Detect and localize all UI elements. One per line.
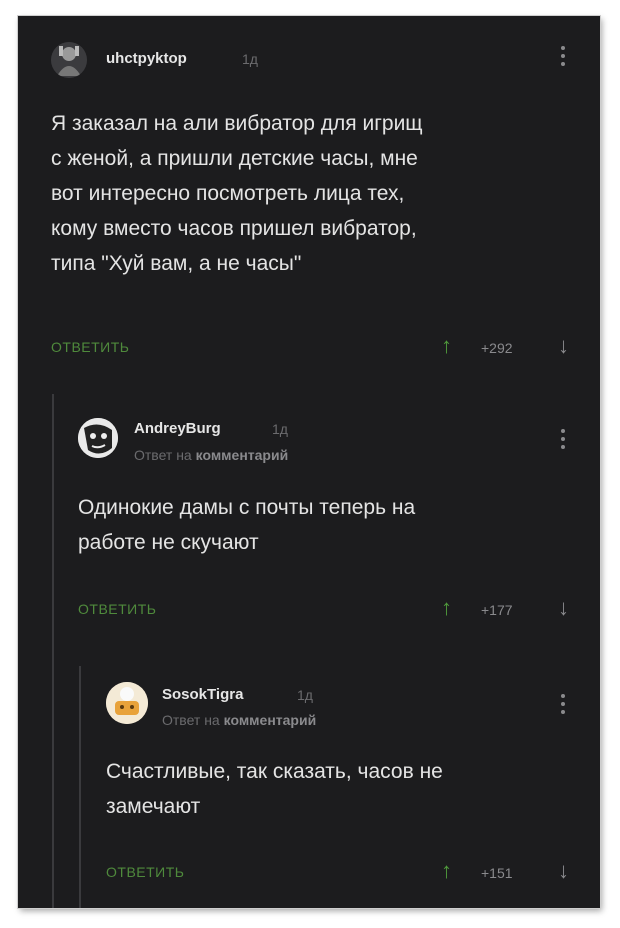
arrow-up-icon[interactable]: ↑ bbox=[441, 597, 452, 619]
comment-text-line: вот интересно посмотреть лица тех, bbox=[51, 182, 405, 205]
reply-button[interactable]: ОТВЕТИТЬ bbox=[78, 601, 156, 617]
avatar-image bbox=[106, 682, 148, 724]
arrow-down-icon[interactable]: ↓ bbox=[558, 860, 569, 882]
more-vertical-icon[interactable] bbox=[558, 429, 568, 453]
arrow-up-icon[interactable]: ↑ bbox=[441, 335, 452, 357]
reply-to-prefix: Ответ на bbox=[162, 712, 220, 728]
comment-text: Счастливые, так сказать, часов не замеча… bbox=[106, 754, 586, 824]
comment-text: Я заказал на али вибратор для игрищ с же… bbox=[51, 106, 571, 281]
thread-line-level-1[interactable] bbox=[52, 394, 54, 908]
rating-count: +292 bbox=[481, 340, 513, 356]
username[interactable]: AndreyBurg bbox=[134, 420, 221, 437]
reply-to-prefix: Ответ на bbox=[134, 447, 192, 463]
arrow-down-icon[interactable]: ↓ bbox=[558, 597, 569, 619]
comment-1: uhctpyktop 1д Я заказал на али вибратор … bbox=[18, 16, 600, 386]
reply-button[interactable]: ОТВЕТИТЬ bbox=[106, 864, 184, 880]
comment-text-line: кому вместо часов пришел вибратор, bbox=[51, 217, 417, 240]
thread-line-level-2[interactable] bbox=[79, 666, 81, 908]
username[interactable]: uhctpyktop bbox=[106, 50, 187, 67]
avatar-image bbox=[51, 42, 87, 78]
comment-text-line: замечают bbox=[106, 795, 201, 818]
reply-to-info: Ответ на комментарий bbox=[162, 712, 316, 728]
comment-text-line: Одинокие дамы с почты теперь на bbox=[78, 496, 416, 519]
avatar-image bbox=[78, 418, 118, 458]
avatar[interactable] bbox=[51, 42, 87, 78]
comment-text-line: Счастливые, так сказать, часов не bbox=[106, 760, 443, 783]
comment-text: Одинокие дамы с почты теперь на работе н… bbox=[78, 490, 578, 560]
reply-button[interactable]: ОТВЕТИТЬ bbox=[51, 339, 129, 355]
reply-to-link[interactable]: комментарий bbox=[224, 712, 317, 728]
reply-to-info: Ответ на комментарий bbox=[134, 447, 288, 463]
comments-panel: uhctpyktop 1д Я заказал на али вибратор … bbox=[18, 16, 600, 908]
username[interactable]: SosokTigra bbox=[162, 686, 243, 703]
arrow-down-icon[interactable]: ↓ bbox=[558, 335, 569, 357]
avatar[interactable] bbox=[106, 682, 148, 724]
more-vertical-icon[interactable] bbox=[558, 694, 568, 718]
more-vertical-icon[interactable] bbox=[558, 46, 568, 70]
rating-count: +177 bbox=[481, 602, 513, 618]
reply-to-link[interactable]: комментарий bbox=[196, 447, 289, 463]
comment-text-line: с женой, а пришли детские часы, мне bbox=[51, 147, 418, 170]
comment-text-line: Я заказал на али вибратор для игрищ bbox=[51, 112, 423, 135]
avatar[interactable] bbox=[78, 418, 118, 458]
comment-text-line: работе не скучают bbox=[78, 531, 259, 554]
comment-text-line: типа "Хуй вам, а не часы" bbox=[51, 252, 302, 275]
timestamp: 1д bbox=[272, 421, 288, 437]
arrow-up-icon[interactable]: ↑ bbox=[441, 860, 452, 882]
timestamp: 1д bbox=[242, 51, 258, 67]
rating-count: +151 bbox=[481, 865, 513, 881]
timestamp: 1д bbox=[297, 687, 313, 703]
